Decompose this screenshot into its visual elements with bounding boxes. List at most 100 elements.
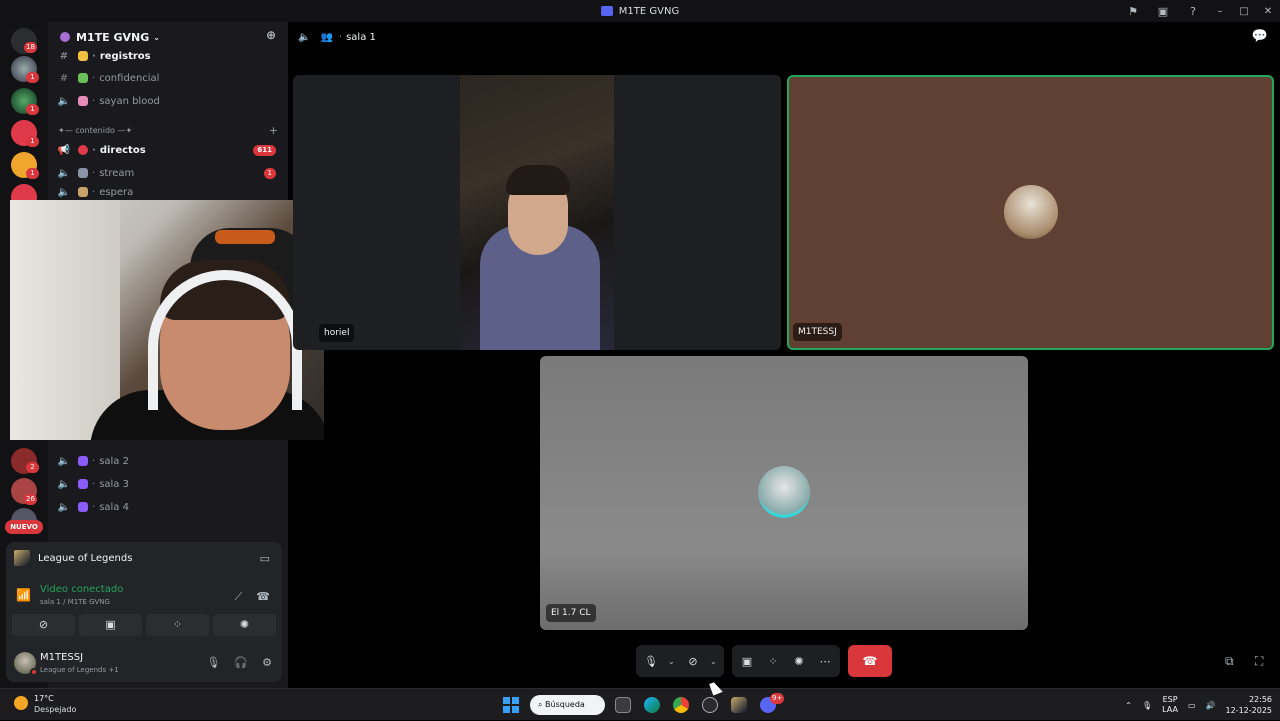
- title-bar: M1TE GVNG ⚑ ▣ ? – □ ✕: [0, 0, 1280, 22]
- mention-badge: 611: [253, 144, 276, 156]
- channel-item[interactable]: 🔈 · espera: [56, 186, 280, 198]
- video-tile[interactable]: El 1.7 CL: [540, 356, 1028, 630]
- stream-game-icon[interactable]: ▭: [260, 552, 270, 565]
- speaker-icon: 🔈: [57, 501, 71, 513]
- start-icon[interactable]: [503, 697, 519, 713]
- live-icon: [78, 145, 88, 155]
- voice-room-label: sala 2: [99, 455, 129, 467]
- app-logo-icon: [600, 6, 613, 16]
- voice-room-label: sala 3: [99, 478, 129, 490]
- fullscreen-icon[interactable]: ⛶: [1255, 654, 1263, 669]
- voice-room-item[interactable]: 🔈 · sala 2: [56, 451, 280, 471]
- speaker-icon: 🔈: [57, 167, 71, 179]
- chevron-up-icon[interactable]: ⌃: [1125, 701, 1132, 710]
- camera-off-button[interactable]: ⊘: [12, 614, 75, 636]
- guild-header[interactable]: M1TE GVNG ⌄ ⊕: [56, 28, 280, 46]
- ghost-icon: [78, 96, 88, 106]
- language-indicator[interactable]: ESP LAA: [1162, 695, 1178, 715]
- temperature: 17°C: [34, 694, 54, 703]
- gear-icon[interactable]: ⚙: [262, 656, 272, 669]
- video-tile[interactable]: horiel: [293, 75, 781, 350]
- popout-icon[interactable]: ⧉: [1225, 654, 1234, 669]
- channel-item[interactable]: 🔈 · stream 1: [56, 163, 280, 183]
- add-member-icon[interactable]: ⊕: [266, 28, 276, 42]
- chevron-down-icon[interactable]: ⌄: [710, 657, 718, 666]
- camera-off-icon[interactable]: ⊘: [684, 655, 702, 668]
- chevron-down-icon: ⌄: [153, 32, 160, 42]
- volume-icon[interactable]: 🔊: [1206, 701, 1216, 710]
- mic-icon[interactable]: 🎙: [206, 656, 220, 669]
- maximize-button[interactable]: □: [1232, 6, 1256, 17]
- user-status: League of Legends +1: [40, 666, 119, 674]
- help-icon[interactable]: ?: [1178, 5, 1208, 18]
- chevron-down-icon[interactable]: ⌄: [668, 657, 676, 666]
- group-icon: [78, 456, 88, 466]
- share-screen-icon[interactable]: ▣: [738, 655, 756, 668]
- channel-label: sayan blood: [99, 95, 160, 107]
- clock[interactable]: 22:56 12-12-2025: [1226, 694, 1273, 716]
- channel-label: confidencial: [99, 72, 160, 84]
- taskbar-search[interactable]: ⌕ Búsqueda: [530, 695, 605, 715]
- flag-icon[interactable]: ⚑: [1118, 5, 1148, 18]
- speaker-icon: 🔈: [57, 186, 71, 198]
- headphones-icon[interactable]: 🎧: [234, 656, 248, 669]
- channel-item[interactable]: # · confidencial: [56, 68, 280, 88]
- minimize-button[interactable]: –: [1208, 6, 1232, 17]
- noise-suppression-icon[interactable]: ⟋: [235, 590, 243, 604]
- participant-name: El 1.7 CL: [546, 604, 596, 622]
- weather-condition: Despejado: [34, 705, 77, 714]
- mic-camera-group: 🎙 ⌄ ⊘ ⌄: [636, 645, 724, 677]
- server-badge: 1: [26, 168, 39, 179]
- username[interactable]: M1TESSJ: [40, 652, 83, 663]
- weather-widget[interactable]: 17°C Despejado: [12, 693, 92, 717]
- mic-icon[interactable]: 🎙: [642, 655, 660, 668]
- voice-room-label: sala 4: [99, 501, 129, 513]
- voice-location[interactable]: sala 1 / M1TE GVNG: [40, 598, 110, 606]
- channel-item[interactable]: # · registros: [56, 46, 280, 66]
- channel-item[interactable]: 🔈 · sayan blood: [56, 91, 280, 111]
- soundboard-icon: ✺: [239, 618, 250, 631]
- camera-off-icon: ⊘: [38, 618, 49, 631]
- guild-name: M1TE GVNG: [76, 30, 150, 44]
- activities-button[interactable]: ⁘: [146, 614, 209, 636]
- voice-room-item[interactable]: 🔈 · sala 3: [56, 474, 280, 494]
- close-button[interactable]: ✕: [1256, 6, 1280, 17]
- app-icon[interactable]: [702, 697, 718, 713]
- league-icon[interactable]: [731, 697, 747, 713]
- game-activity[interactable]: League of Legends ▭: [14, 548, 274, 568]
- network-icon[interactable]: ▭: [1188, 701, 1196, 710]
- folder-icon: [78, 51, 88, 61]
- channel-item[interactable]: 📢 · directos 611: [56, 140, 280, 160]
- hangup-button[interactable]: ☎: [848, 645, 892, 677]
- speaker-icon: 🔈: [298, 31, 311, 43]
- voice-room-item[interactable]: 🔈 · sala 4: [56, 497, 280, 517]
- title-bar-controls: ⚑ ▣ ? – □ ✕: [1118, 0, 1280, 22]
- system-tray: ⌃ 🎙 ESP LAA ▭ 🔊 22:56 12-12-2025: [1125, 689, 1272, 721]
- voice-status[interactable]: Video conectado: [40, 584, 123, 595]
- avatar: [758, 466, 810, 518]
- disconnect-icon[interactable]: ☎: [256, 590, 270, 604]
- add-channel-icon[interactable]: +: [269, 124, 278, 137]
- soundboard-button[interactable]: ✺: [213, 614, 276, 636]
- category-label: ✦— contenido —✦: [58, 126, 133, 135]
- chat-icon[interactable]: 💬: [1252, 29, 1268, 44]
- user-panel: League of Legends ▭ 📶 Video conectado sa…: [6, 542, 282, 682]
- activities-icon[interactable]: ⁘: [764, 655, 782, 668]
- channel-title: sala 1: [346, 31, 376, 43]
- more-icon[interactable]: ⋯: [816, 655, 834, 668]
- soundboard-icon[interactable]: ✺: [790, 655, 808, 668]
- screen-icon[interactable]: ▣: [1148, 5, 1178, 18]
- edge-icon[interactable]: [644, 697, 660, 713]
- channel-label: espera: [99, 186, 134, 198]
- category-header[interactable]: ✦— contenido —✦ +: [58, 124, 278, 137]
- voice-connection: 📶 Video conectado sala 1 / M1TE GVNG ⟋ ☎: [16, 584, 276, 612]
- voice-actions: ⊘ ▣ ⁘ ✺: [12, 614, 276, 636]
- share-screen-button[interactable]: ▣: [79, 614, 142, 636]
- group-icon: [78, 479, 88, 489]
- task-view-icon[interactable]: [615, 697, 631, 713]
- mic-tray-icon[interactable]: 🎙: [1142, 701, 1152, 710]
- video-tile[interactable]: M1TESSJ: [787, 75, 1274, 350]
- signal-icon[interactable]: 📶: [16, 588, 31, 602]
- chrome-icon[interactable]: [673, 697, 689, 713]
- discord-badge: 9+: [770, 693, 785, 704]
